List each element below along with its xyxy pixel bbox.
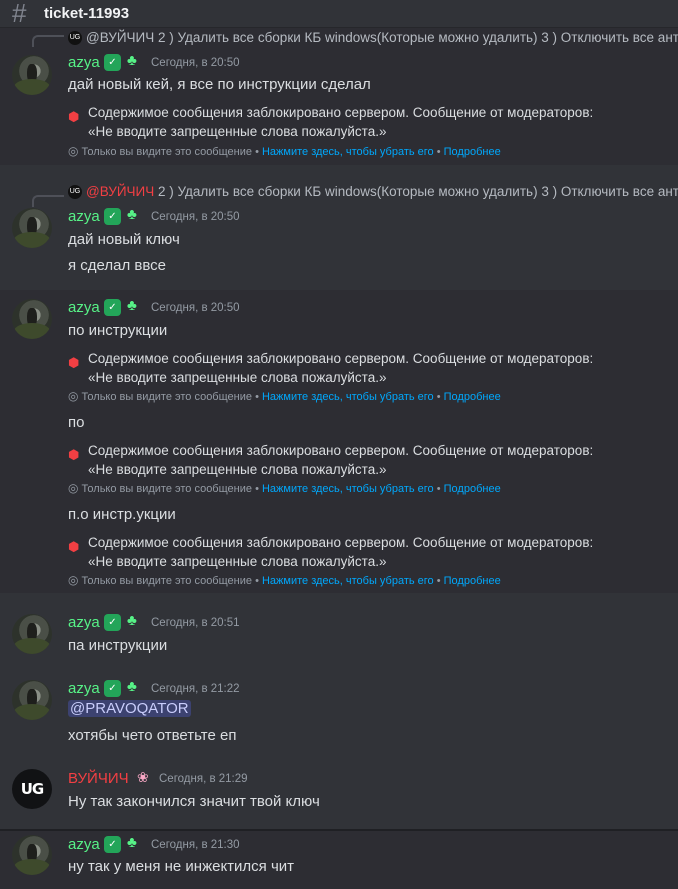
- clover-badge-icon[interactable]: ♣: [127, 612, 137, 629]
- shield-badge-icon[interactable]: ✓: [104, 614, 121, 631]
- channel-header: # ticket-11993: [0, 0, 678, 28]
- clover-badge-icon[interactable]: ♣: [127, 52, 137, 69]
- ephemeral-note: ◎ Только вы видите это сообщение • Нажми…: [68, 481, 501, 495]
- author-name[interactable]: azya: [68, 54, 100, 71]
- shield-badge-icon[interactable]: ✓: [104, 208, 121, 225]
- author-name[interactable]: azya: [68, 208, 100, 225]
- message-text: Ну так закончился значит твой ключ: [68, 793, 320, 810]
- avatar[interactable]: [12, 208, 52, 248]
- reply-avatar-icon: UG: [68, 185, 82, 200]
- ephemeral-note: ◎ Только вы видите это сообщение • Нажми…: [68, 573, 501, 587]
- blocked-shield-icon: ⬢: [68, 447, 80, 462]
- eye-icon: ◎: [68, 573, 79, 587]
- author-name[interactable]: azya: [68, 614, 100, 631]
- dismiss-link[interactable]: Нажмите здесь, чтобы убрать его: [262, 391, 434, 403]
- timestamp[interactable]: Сегодня, в 20:50: [151, 211, 240, 223]
- brain-badge-icon[interactable]: ❀: [137, 769, 149, 786]
- avatar[interactable]: UG: [12, 769, 52, 809]
- message-text: дай новый ключ: [68, 231, 180, 248]
- message-text: я сделал ввсе: [68, 257, 167, 274]
- timestamp[interactable]: Сегодня, в 20:50: [151, 57, 240, 69]
- author-name[interactable]: azya: [68, 299, 100, 316]
- author-name[interactable]: azya: [68, 836, 100, 853]
- blocked-shield-icon: ⬢: [68, 355, 80, 370]
- avatar[interactable]: [12, 680, 52, 720]
- dismiss-link[interactable]: Нажмите здесь, чтобы убрать его: [262, 575, 434, 587]
- message-group[interactable]: UG ВУЙЧИЧ ❀ Сегодня, в 21:29 Ну так зако…: [0, 755, 678, 829]
- avatar[interactable]: [12, 835, 52, 875]
- reply-preview[interactable]: UG @ВУЙЧИЧ 2 ) Удалить все сборки КБ wind…: [68, 184, 678, 200]
- clover-badge-icon[interactable]: ♣: [127, 834, 137, 851]
- learn-more-link[interactable]: Подробнее: [444, 391, 501, 403]
- message-group[interactable]: azya ✓ ♣ Сегодня, в 20:50 по инструкции …: [0, 290, 678, 593]
- message-group[interactable]: azya ✓ ♣ Сегодня, в 20:51 па инструкции: [0, 593, 678, 663]
- clover-badge-icon[interactable]: ♣: [127, 297, 137, 314]
- reply-connector: [32, 195, 64, 207]
- shield-badge-icon[interactable]: ✓: [104, 836, 121, 853]
- author-name[interactable]: azya: [68, 680, 100, 697]
- message-text: ну так у меня не инжектился чит: [68, 858, 295, 875]
- reply-avatar-icon: UG: [68, 31, 82, 46]
- avatar[interactable]: [12, 614, 52, 654]
- channel-title: ticket-11993: [44, 5, 130, 22]
- timestamp[interactable]: Сегодня, в 21:22: [151, 683, 240, 695]
- eye-icon: ◎: [68, 481, 79, 495]
- dismiss-link[interactable]: Нажмите здесь, чтобы убрать его: [262, 483, 434, 495]
- message-group[interactable]: azya ✓ ♣ Сегодня, в 21:22 @PRAVOQATOR хо…: [0, 663, 678, 755]
- ephemeral-note: ◎ Только вы видите это сообщение • Нажми…: [68, 389, 501, 403]
- message-text: п.о инстр.укции: [68, 506, 176, 523]
- learn-more-link[interactable]: Подробнее: [444, 483, 501, 495]
- avatar[interactable]: [12, 299, 52, 339]
- message-text: дай новый кей, я все по инструкции сдела…: [68, 76, 371, 93]
- author-name[interactable]: ВУЙЧИЧ: [68, 770, 129, 787]
- dismiss-link[interactable]: Нажмите здесь, чтобы убрать его: [262, 146, 434, 158]
- message-text: хотябы чето ответьте еп: [68, 727, 237, 744]
- message-group[interactable]: UG @ВУЙЧИЧ 2 ) Удалить все сборки КБ wind…: [0, 165, 678, 290]
- shield-badge-icon[interactable]: ✓: [104, 299, 121, 316]
- blocked-shield-icon: ⬢: [68, 109, 80, 124]
- message-text: по инструкции: [68, 322, 168, 339]
- timestamp[interactable]: Сегодня, в 21:29: [159, 773, 248, 785]
- reply-preview[interactable]: UG @ВУЙЧИЧ 2 ) Удалить все сборки КБ wind…: [68, 30, 678, 46]
- timestamp[interactable]: Сегодня, в 21:30: [151, 839, 240, 851]
- message-group[interactable]: UG @ВУЙЧИЧ 2 ) Удалить все сборки КБ wind…: [0, 27, 678, 165]
- timestamp[interactable]: Сегодня, в 20:50: [151, 302, 240, 314]
- user-mention[interactable]: @PRAVOQATOR: [68, 700, 191, 717]
- message-text: по: [68, 414, 85, 431]
- shield-badge-icon[interactable]: ✓: [104, 680, 121, 697]
- learn-more-link[interactable]: Подробнее: [444, 575, 501, 587]
- clover-badge-icon[interactable]: ♣: [127, 678, 137, 695]
- shield-badge-icon[interactable]: ✓: [104, 54, 121, 71]
- learn-more-link[interactable]: Подробнее: [444, 146, 501, 158]
- channel-hash-icon: #: [12, 0, 27, 28]
- reply-connector: [32, 35, 64, 47]
- message-text: па инструкции: [68, 637, 168, 654]
- blocked-shield-icon: ⬢: [68, 539, 80, 554]
- clover-badge-icon[interactable]: ♣: [127, 206, 137, 223]
- ephemeral-note: ◎ Только вы видите это сообщение • Нажми…: [68, 144, 501, 158]
- eye-icon: ◎: [68, 389, 79, 403]
- eye-icon: ◎: [68, 144, 79, 158]
- timestamp[interactable]: Сегодня, в 20:51: [151, 617, 240, 629]
- message-group[interactable]: azya ✓ ♣ Сегодня, в 21:30 ну так у меня …: [0, 831, 678, 889]
- avatar[interactable]: [12, 55, 52, 95]
